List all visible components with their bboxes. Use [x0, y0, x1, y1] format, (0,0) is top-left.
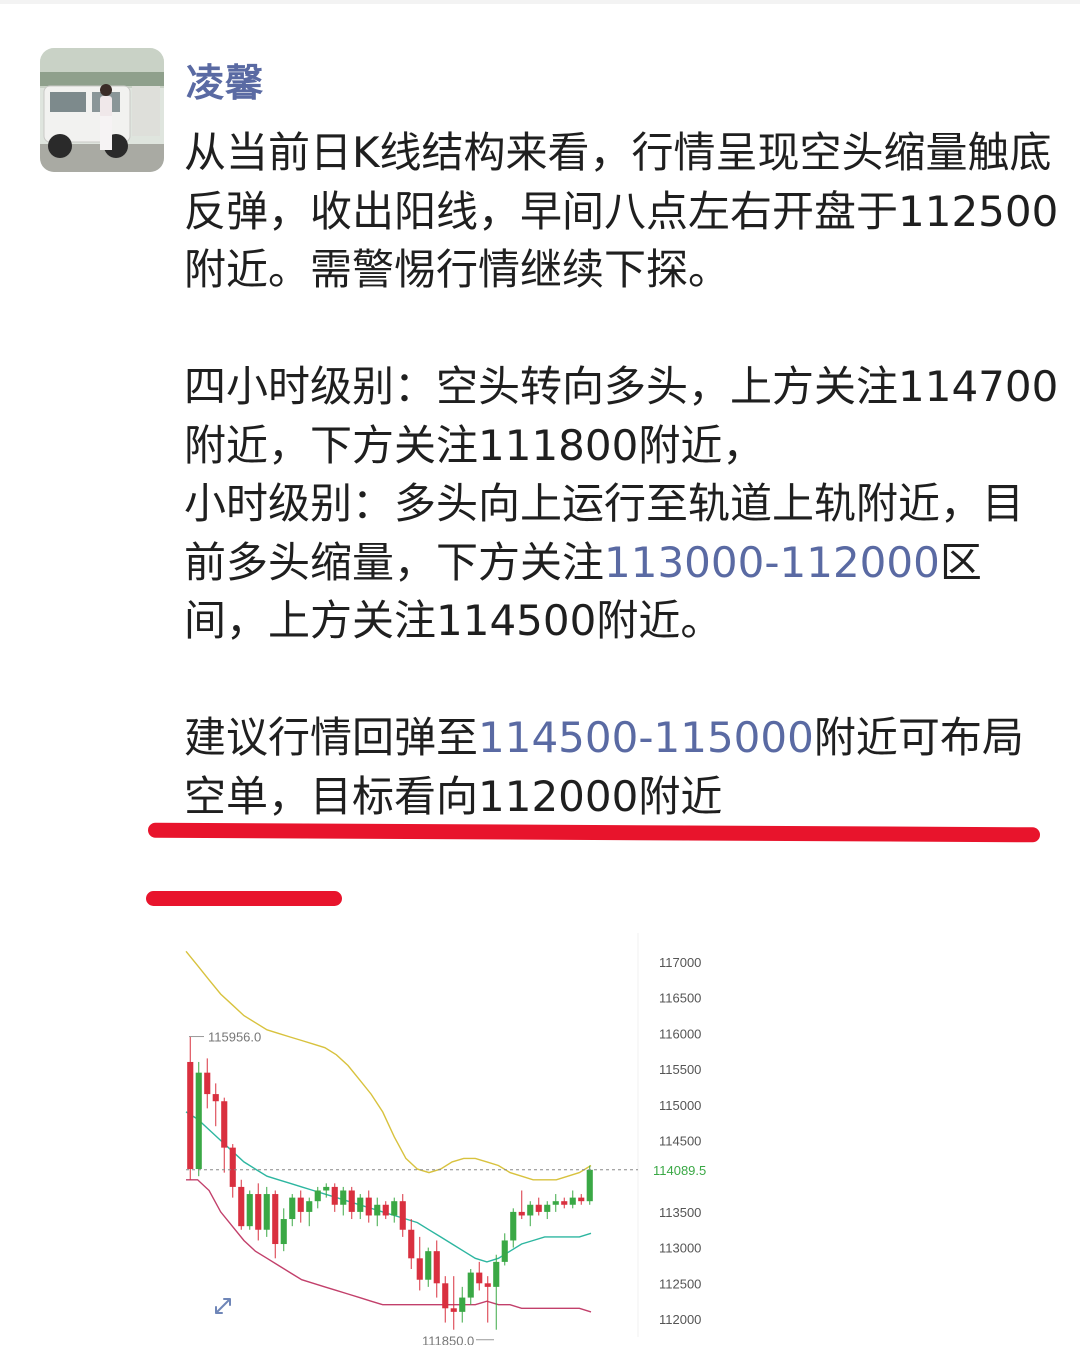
- post-body: 从当前日K线结构来看，行情呈现空头缩量触底反弹，收出阳线，早间八点左右开盘于11…: [184, 124, 1064, 826]
- high-price-label: 115956.0: [208, 1030, 261, 1045]
- candle-body: [442, 1283, 449, 1309]
- candle: [246, 1190, 253, 1230]
- y-tick-label: 115500: [659, 1062, 701, 1077]
- candle-body: [484, 1283, 491, 1287]
- candle-body: [382, 1204, 389, 1216]
- post-text: 建议行情回弹至: [184, 713, 479, 762]
- candle-body: [561, 1201, 568, 1205]
- candle-body: [416, 1258, 423, 1280]
- candle-body: [297, 1197, 304, 1212]
- candle-body: [467, 1272, 474, 1298]
- candle-body: [340, 1190, 347, 1205]
- candle-body: [204, 1072, 211, 1095]
- candle-body: [527, 1204, 534, 1216]
- candle-body: [263, 1194, 270, 1230]
- candle-body: [331, 1186, 338, 1205]
- candle-body: [399, 1201, 406, 1230]
- candle-body: [238, 1186, 245, 1227]
- avatar-image: [40, 48, 164, 172]
- candle-body: [280, 1219, 287, 1245]
- candle-body: [272, 1194, 279, 1245]
- candle-body: [221, 1101, 228, 1148]
- candle-body: [289, 1197, 296, 1220]
- y-tick-label: 113500: [659, 1205, 701, 1220]
- candle: [586, 1165, 593, 1205]
- candle-body: [255, 1194, 262, 1230]
- candle-body: [323, 1186, 330, 1191]
- candle-body: [314, 1190, 321, 1202]
- post-paragraph-advice: 建议行情回弹至114500-115000附近可布局空单，目标看向112000附近: [184, 709, 1064, 826]
- y-tick-label: 115000: [659, 1098, 701, 1113]
- candle-body: [229, 1147, 236, 1187]
- y-tick-label: 112000: [659, 1312, 701, 1327]
- post-paragraph-daily: 从当前日K线结构来看，行情呈现空头缩量触底反弹，收出阳线，早间八点左右开盘于11…: [184, 128, 1059, 294]
- y-tick-label: 116000: [659, 1026, 701, 1041]
- last-price-label: 114089.5: [653, 1163, 706, 1178]
- candle-body: [501, 1240, 508, 1262]
- post-paragraph-1h: 小时级别：多头向上运行至轨道上轨附近，目前多头缩量，下方关注113000-112…: [184, 475, 1064, 651]
- candle-body: [586, 1169, 593, 1202]
- candle-body: [476, 1272, 483, 1284]
- candle-body: [212, 1094, 219, 1102]
- y-tick-label: 114500: [659, 1134, 701, 1149]
- candle: [263, 1186, 270, 1237]
- candle: [195, 1061, 202, 1177]
- candle-body: [535, 1204, 542, 1212]
- y-tick-label: 113000: [659, 1241, 701, 1256]
- top-divider: [0, 0, 1080, 4]
- price-range-link[interactable]: 114500-115000: [478, 713, 814, 762]
- candle-body: [459, 1297, 466, 1312]
- candle-body: [552, 1201, 559, 1205]
- author-name[interactable]: 凌馨: [186, 52, 264, 107]
- candle: [238, 1179, 245, 1230]
- candle-body: [374, 1204, 381, 1216]
- candle-body: [433, 1251, 440, 1284]
- candle-body: [348, 1190, 355, 1212]
- y-tick-label: 112500: [659, 1276, 701, 1291]
- candle-body: [195, 1072, 202, 1170]
- candle-body: [408, 1229, 415, 1259]
- avatar[interactable]: [40, 48, 164, 172]
- candle-body: [493, 1261, 500, 1287]
- candle-body: [518, 1211, 525, 1216]
- candlestick-chart-image[interactable]: 117000 116500 116000 115500 115000 114500 1135…: [176, 925, 716, 1349]
- candle-body: [365, 1197, 372, 1216]
- candle-body: [306, 1201, 313, 1212]
- candle-body: [187, 1061, 194, 1170]
- candle-body: [544, 1204, 551, 1212]
- low-price-label: 111850.0: [422, 1334, 474, 1345]
- candlestick-chart: 117000 116500 116000 115500 115000 114500 1135…: [176, 925, 716, 1349]
- candle-body: [450, 1308, 457, 1312]
- candle-body: [578, 1197, 585, 1202]
- candle-body: [391, 1201, 398, 1216]
- y-tick-label: 117000: [659, 955, 701, 970]
- candle-body: [569, 1197, 576, 1205]
- candle-body: [246, 1194, 253, 1227]
- price-range-link[interactable]: 113000-112000: [604, 538, 940, 587]
- red-underline-mark: [146, 891, 342, 906]
- post-paragraph-4h: 四小时级别：空头转向多头，上方关注114700附近，下方关注111800附近，: [184, 362, 1059, 470]
- candle-body: [357, 1197, 364, 1212]
- chart-background: [176, 925, 716, 1345]
- y-tick-label: 116500: [659, 991, 701, 1006]
- candle-body: [425, 1251, 432, 1280]
- candle-body: [510, 1211, 517, 1241]
